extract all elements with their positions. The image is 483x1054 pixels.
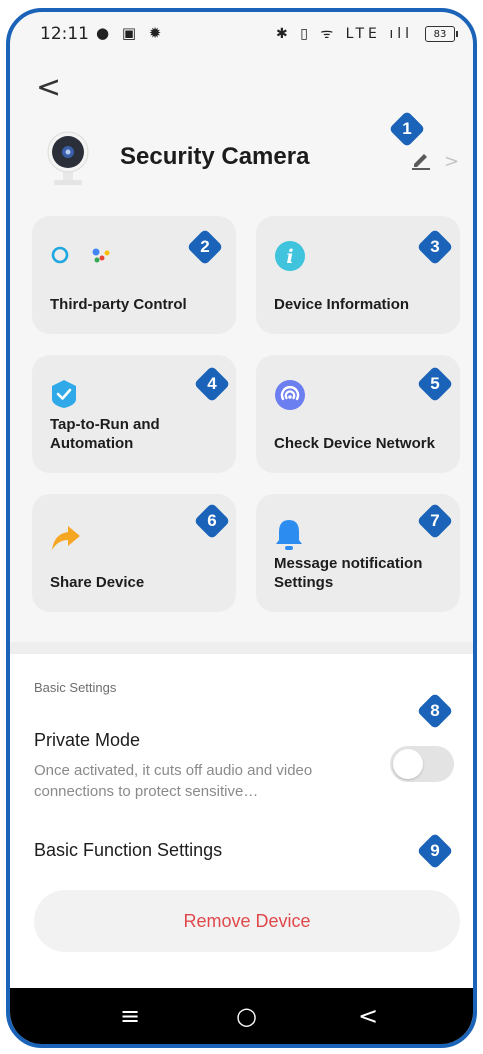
callout-badge-6: 6 (193, 502, 231, 540)
private-mode-description: Once activated, it cuts off audio and vi… (34, 762, 313, 800)
camera-device-icon (47, 131, 89, 185)
signal-icons: ✱ ▯ ᯤ LTE ıll (276, 26, 413, 42)
toggle-knob (393, 749, 423, 779)
battery-icon: 83 (425, 26, 458, 42)
callout-badge-1: 1 (388, 110, 426, 148)
svg-text:i: i (286, 246, 293, 268)
private-mode-toggle[interactable] (390, 746, 454, 782)
card-label: Share Device (50, 574, 145, 591)
status-bar: 12:11 ● ▣ ✹ ✱ ▯ ᯤ LTE ıll 83 (10, 12, 473, 52)
info-icon: i (275, 241, 305, 271)
card-label: Third-party Control (50, 296, 187, 313)
back-button[interactable]: < (36, 70, 61, 105)
network-signal-icon (275, 380, 305, 410)
callout-badge-4: 4 (193, 365, 231, 403)
private-mode-title: Private Mode (34, 730, 141, 750)
home-icon[interactable]: ○ (236, 1002, 257, 1030)
remove-device-button[interactable]: Remove Device (34, 890, 460, 952)
card-label: Tap-to-Run and Automation (50, 416, 160, 452)
bell-icon (276, 520, 302, 550)
callout-badge-9: 9 (416, 832, 454, 870)
section-title: Basic Settings (34, 680, 117, 695)
alexa-google-icon (51, 246, 110, 264)
callout-badge-8: 8 (416, 692, 454, 730)
shield-check-icon (52, 380, 76, 408)
edit-pencil-icon[interactable] (410, 148, 432, 170)
card-label: Device Information (274, 296, 410, 313)
phone-frame: 12:11 ● ▣ ✹ ✱ ▯ ᯤ LTE ıll 83 < Security … (6, 8, 477, 1048)
page-title: Security Camera (120, 143, 310, 170)
card-label: Check Device Network (274, 435, 435, 452)
share-arrow-icon (52, 526, 80, 550)
card-label: Message notification Settings (274, 555, 423, 591)
callout-badge-3: 3 (416, 228, 454, 266)
callout-badge-7: 7 (416, 502, 454, 540)
nav-back-icon[interactable]: < (358, 1002, 378, 1030)
callout-badge-2: 2 (186, 228, 224, 266)
notification-icons: ● ▣ ✹ (96, 24, 166, 42)
section-divider (10, 642, 473, 654)
chevron-right-icon[interactable]: > (444, 151, 459, 172)
status-time: 12:11 (40, 24, 89, 44)
callout-badge-5: 5 (416, 365, 454, 403)
system-nav-bar: ≡ ○ < (10, 988, 473, 1044)
menu-icon[interactable]: ≡ (120, 1002, 140, 1030)
basic-function-settings[interactable]: Basic Function Settings (34, 840, 222, 861)
